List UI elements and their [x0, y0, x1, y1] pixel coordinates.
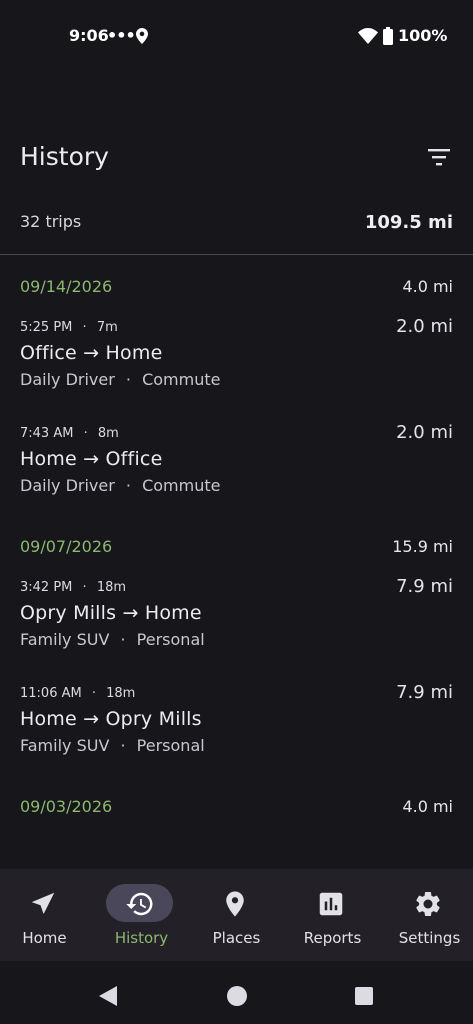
trip-count: 32 trips [20, 212, 82, 231]
separator: · [120, 736, 126, 755]
gear-icon [416, 892, 440, 916]
navigation-arrow-icon [31, 892, 55, 914]
trip-category: Commute [142, 370, 221, 389]
trip-details: Daily Driver · Commute [20, 370, 220, 389]
history-icon [126, 892, 153, 916]
separator: · [91, 686, 96, 701]
trip-route: Home → Office [20, 448, 163, 470]
trip-meta: 3:42 PM · 18m [20, 580, 126, 595]
battery-percent: 100% [398, 26, 448, 45]
battery-icon [383, 27, 393, 45]
trip-meta: 11:06 AM · 18m [20, 686, 135, 701]
status-bar: 9:06 ••• 100% [0, 0, 473, 72]
status-time: 9:06 [69, 26, 109, 45]
nav-reports[interactable]: Reports [285, 869, 380, 961]
bottom-navigation: Home History Places Reports Settings [0, 869, 473, 961]
trip-route: Home → Opry Mills [20, 708, 202, 730]
trip-item[interactable]: 3:42 PM · 18m Opry Mills → Home Family S… [0, 576, 473, 672]
trip-distance: 2.0 mi [396, 316, 453, 337]
nav-label: Reports [303, 929, 362, 947]
trip-duration: 8m [97, 426, 119, 441]
filter-icon[interactable] [428, 148, 450, 166]
trip-vehicle: Daily Driver [20, 370, 115, 389]
trip-duration: 18m [96, 580, 127, 595]
total-distance: 109.5 mi [364, 212, 453, 233]
separator: · [125, 370, 131, 389]
home-circle-icon[interactable] [226, 985, 248, 1007]
nav-history[interactable]: History [94, 869, 189, 961]
nav-settings[interactable]: Settings [382, 869, 473, 961]
trip-route: Office → Home [20, 342, 163, 364]
back-icon[interactable] [99, 986, 117, 1006]
trip-distance: 7.9 mi [396, 682, 453, 703]
nav-label: Home [22, 929, 67, 947]
recents-square-icon[interactable] [355, 987, 373, 1005]
trip-item[interactable]: 11:06 AM · 18m Home → Opry Mills Family … [0, 682, 473, 778]
trip-meta: 5:25 PM · 7m [20, 320, 118, 335]
trip-meta: 7:43 AM · 8m [20, 426, 119, 441]
trip-time: 3:42 PM [20, 580, 73, 595]
nav-places[interactable]: Places [189, 869, 284, 961]
date-total-distance: 4.0 mi [402, 797, 453, 816]
date-header: 09/14/2026 [20, 277, 113, 296]
trip-vehicle: Daily Driver [20, 476, 115, 495]
date-header: 09/03/2026 [20, 797, 113, 816]
trip-details: Family SUV · Personal [20, 630, 205, 649]
separator: · [83, 426, 88, 441]
wifi-icon [358, 28, 378, 44]
trip-vehicle: Family SUV [20, 630, 110, 649]
bar-chart-icon [319, 892, 343, 916]
nav-home[interactable]: Home [0, 869, 92, 961]
nav-label: Places [212, 929, 261, 947]
trip-item[interactable]: 7:43 AM · 8m Home → Office Daily Driver … [0, 422, 473, 518]
date-total-distance: 15.9 mi [392, 537, 453, 556]
page-title: History [20, 142, 109, 171]
trip-item[interactable]: 5:25 PM · 7m Office → Home Daily Driver … [0, 316, 473, 412]
trip-category: Personal [136, 736, 205, 755]
trip-distance: 2.0 mi [396, 422, 453, 443]
trip-duration: 18m [106, 686, 136, 701]
date-header: 09/07/2026 [20, 537, 113, 556]
trip-vehicle: Family SUV [20, 736, 110, 755]
trip-details: Family SUV · Personal [20, 736, 205, 755]
trip-time: 5:25 PM [20, 320, 73, 335]
trip-distance: 7.9 mi [396, 576, 453, 597]
date-total-distance: 4.0 mi [402, 277, 453, 296]
trip-duration: 7m [96, 320, 118, 335]
location-pin-icon [226, 891, 244, 917]
notification-dots: ••• [107, 26, 136, 45]
trip-category: Commute [142, 476, 221, 495]
separator: · [125, 476, 131, 495]
separator: · [82, 320, 87, 335]
trip-category: Personal [136, 630, 205, 649]
location-icon [136, 28, 148, 44]
trip-time: 11:06 AM [20, 686, 82, 701]
nav-label: Settings [398, 929, 461, 947]
system-navigation-bar [0, 961, 473, 1024]
separator: · [120, 630, 126, 649]
nav-label: History [114, 929, 169, 947]
trip-route: Opry Mills → Home [20, 602, 202, 624]
trip-time: 7:43 AM [20, 426, 74, 441]
trip-details: Daily Driver · Commute [20, 476, 220, 495]
divider [0, 254, 473, 255]
separator: · [82, 580, 87, 595]
